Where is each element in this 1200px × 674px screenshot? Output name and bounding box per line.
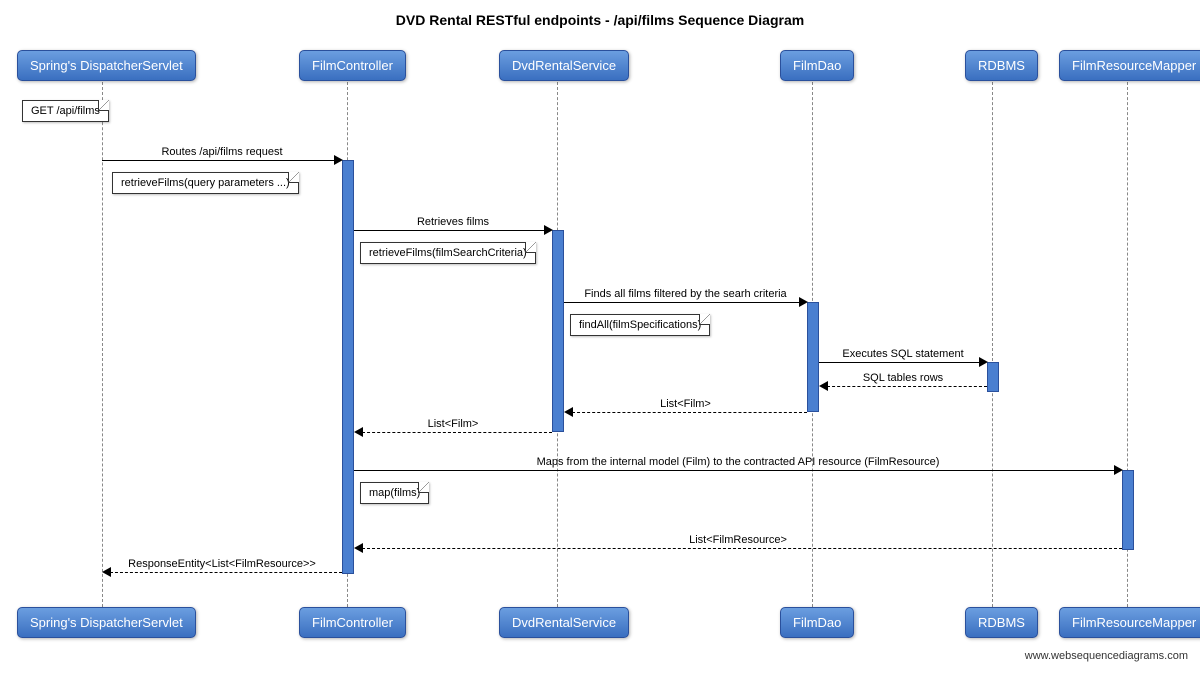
participant-rdbms-bottom: RDBMS xyxy=(965,607,1038,638)
note-find-all-spec: findAll(filmSpecifications) xyxy=(570,314,710,336)
participant-film-controller-bottom: FilmController xyxy=(299,607,406,638)
activation-bar xyxy=(987,362,999,392)
message-executes-sql: Executes SQL statement xyxy=(819,350,987,364)
message-finds-all-films: Finds all films filtered by the searh cr… xyxy=(564,290,807,304)
note-retrieve-films-query: retrieveFilms(query parameters ...) xyxy=(112,172,299,194)
message-label: Finds all films filtered by the searh cr… xyxy=(564,288,807,300)
participant-dispatcher-servlet: Spring's DispatcherServlet xyxy=(17,50,196,81)
message-sql-rows: SQL tables rows xyxy=(819,374,987,388)
participant-film-dao-bottom: FilmDao xyxy=(780,607,854,638)
participant-dvd-rental-service-bottom: DvdRentalService xyxy=(499,607,629,638)
message-list-film-1: List<Film> xyxy=(564,400,807,414)
message-list-film-2: List<Film> xyxy=(354,420,552,434)
message-label: SQL tables rows xyxy=(819,372,987,384)
message-label: Routes /api/films request xyxy=(102,146,342,158)
participant-rdbms: RDBMS xyxy=(965,50,1038,81)
message-label: Retrieves films xyxy=(354,216,552,228)
participant-dvd-rental-service: DvdRentalService xyxy=(499,50,629,81)
message-label: Executes SQL statement xyxy=(819,348,987,360)
note-retrieve-films-criteria: retrieveFilms(filmSearchCriteria) xyxy=(360,242,536,264)
message-label: List<FilmResource> xyxy=(354,534,1122,546)
lifeline xyxy=(992,77,993,612)
message-label: List<Film> xyxy=(354,418,552,430)
activation-bar xyxy=(342,160,354,574)
participant-dispatcher-servlet-bottom: Spring's DispatcherServlet xyxy=(17,607,196,638)
activation-bar xyxy=(1122,470,1134,550)
activation-bar xyxy=(807,302,819,412)
activation-bar xyxy=(552,230,564,432)
message-routes-request: Routes /api/films request xyxy=(102,148,342,162)
message-response-entity: ResponseEntity<List<FilmResource>> xyxy=(102,560,342,574)
participant-film-dao: FilmDao xyxy=(780,50,854,81)
diagram-title: DVD Rental RESTful endpoints - /api/film… xyxy=(12,12,1188,28)
message-maps-model: Maps from the internal model (Film) to t… xyxy=(354,458,1122,472)
message-retrieves-films: Retrieves films xyxy=(354,218,552,232)
note-map-films: map(films) xyxy=(360,482,429,504)
participant-film-resource-mapper: FilmResourceMapper xyxy=(1059,50,1200,81)
watermark: www.websequencediagrams.com xyxy=(1025,650,1188,662)
message-label: ResponseEntity<List<FilmResource>> xyxy=(102,558,342,570)
message-list-filmresource: List<FilmResource> xyxy=(354,536,1122,550)
participant-film-resource-mapper-bottom: FilmResourceMapper xyxy=(1059,607,1200,638)
message-label: List<Film> xyxy=(564,398,807,410)
sequence-diagram: DVD Rental RESTful endpoints - /api/film… xyxy=(12,12,1188,662)
participant-film-controller: FilmController xyxy=(299,50,406,81)
note-get-api-films: GET /api/films xyxy=(22,100,109,122)
message-label: Maps from the internal model (Film) to t… xyxy=(354,456,1122,468)
